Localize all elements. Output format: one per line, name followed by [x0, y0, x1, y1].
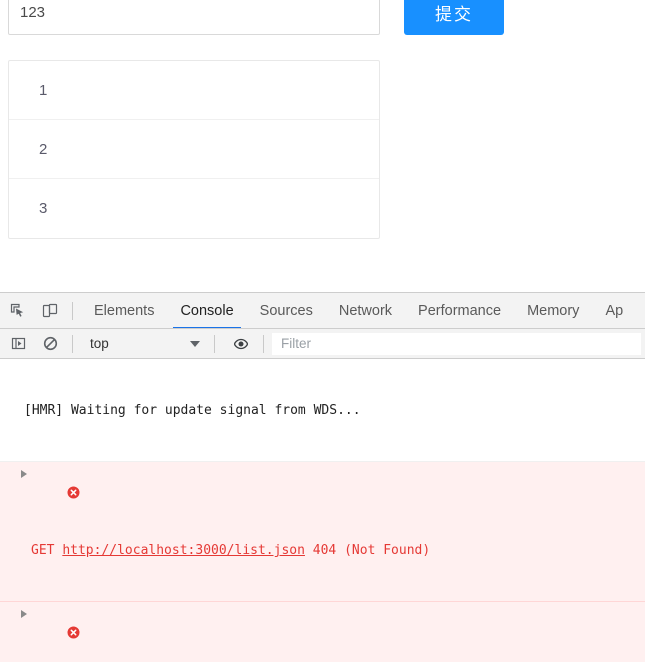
console-output[interactable]: [HMR] Waiting for update signal from WDS…	[0, 360, 645, 662]
device-toolbar-icon[interactable]	[36, 297, 64, 325]
tab-console[interactable]: Console	[167, 293, 246, 328]
todo-list: 1 2 3	[8, 60, 380, 239]
devtools-tabbar: Elements Console Sources Network Perform…	[0, 293, 645, 329]
expand-triangle-icon[interactable]	[21, 610, 27, 618]
tab-performance[interactable]: Performance	[405, 293, 514, 328]
console-message-text: [HMR] Waiting for update signal from WDS…	[24, 403, 361, 418]
tab-elements[interactable]: Elements	[81, 293, 167, 328]
execution-context-value: top	[90, 336, 109, 351]
console-toolbar-divider	[72, 334, 73, 353]
todo-form: 提交	[8, 0, 638, 38]
todo-text-input[interactable]	[8, 0, 380, 35]
eye-icon[interactable]	[227, 330, 255, 358]
expand-triangle-icon[interactable]	[21, 470, 27, 478]
console-filter-input[interactable]	[272, 332, 641, 355]
chevron-down-icon	[190, 340, 200, 347]
error-icon	[4, 467, 80, 499]
tab-sources[interactable]: Sources	[247, 293, 326, 328]
list-item[interactable]: 1	[9, 61, 379, 120]
tab-network[interactable]: Network	[326, 293, 405, 328]
console-message-error[interactable]: Uncaught (in promise) Error: Request fai…	[0, 602, 645, 662]
clear-console-icon[interactable]	[36, 330, 64, 358]
execution-context-selector[interactable]: top	[81, 336, 206, 351]
error-icon	[4, 607, 80, 639]
devtools-panel: Elements Console Sources Network Perform…	[0, 292, 645, 662]
tab-application[interactable]: Ap	[592, 293, 636, 328]
console-toolbar: top	[0, 329, 645, 359]
console-toolbar-divider-2	[214, 334, 215, 353]
console-sidebar-icon[interactable]	[4, 330, 32, 358]
console-message-error[interactable]: GET http://localhost:3000/list.json 404 …	[0, 462, 645, 602]
console-message-info: [HMR] Waiting for update signal from WDS…	[0, 360, 645, 462]
submit-button[interactable]: 提交	[404, 0, 504, 35]
console-toolbar-divider-3	[263, 334, 264, 353]
tab-memory[interactable]: Memory	[514, 293, 592, 328]
console-message-text: GET http://localhost:3000/list.json 404 …	[31, 543, 431, 558]
console-link[interactable]: http://localhost:3000/list.json	[62, 543, 305, 558]
web-page-content: 提交 1 2 3	[0, 0, 645, 292]
inspect-element-icon[interactable]	[4, 297, 32, 325]
toolbar-divider	[72, 301, 73, 320]
list-item[interactable]: 2	[9, 120, 379, 179]
list-item[interactable]: 3	[9, 179, 379, 238]
